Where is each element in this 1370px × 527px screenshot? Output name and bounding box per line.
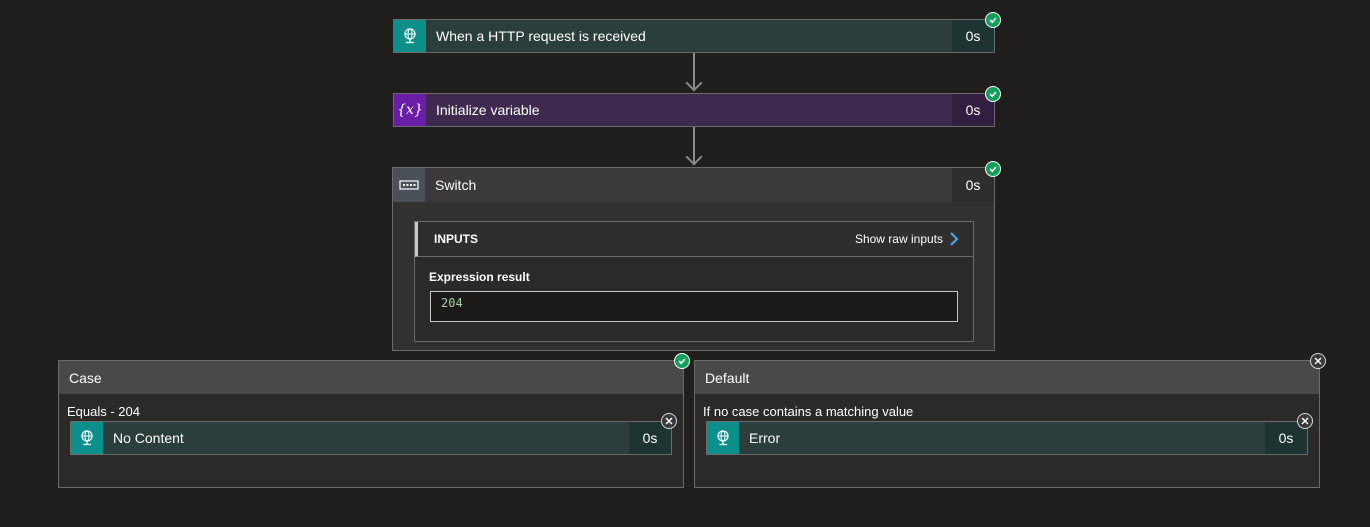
inputs-panel: INPUTS Show raw inputs Expression result… <box>414 221 974 342</box>
switch-step-header[interactable]: Switch 0s <box>393 168 994 202</box>
switch-step-title: Switch <box>425 168 952 202</box>
case-branch-title: Case <box>59 361 683 394</box>
arrow-down-icon <box>685 148 703 166</box>
expression-result-label: Expression result <box>429 270 530 284</box>
default-condition-label: If no case contains a matching value <box>703 404 914 419</box>
trigger-step-title: When a HTTP request is received <box>426 20 952 52</box>
init-variable-step-card[interactable]: {x} Initialize variable 0s <box>393 93 995 127</box>
trigger-step-card[interactable]: When a HTTP request is received 0s <box>393 19 995 53</box>
inputs-header: INPUTS Show raw inputs <box>415 222 973 257</box>
show-raw-inputs-link[interactable]: Show raw inputs <box>855 232 959 246</box>
case-success-icon <box>674 353 690 369</box>
chevron-right-icon <box>950 232 959 246</box>
switch-success-icon <box>985 161 1001 177</box>
default-branch-title: Default <box>695 361 1319 394</box>
inputs-title: INPUTS <box>434 232 479 246</box>
error-action-card[interactable]: Error 0s <box>706 421 1308 455</box>
error-skipped-icon <box>1297 413 1313 429</box>
default-branch[interactable]: Default If no case contains a matching v… <box>694 360 1320 488</box>
switch-icon <box>393 168 425 202</box>
no-content-action-title: No Content <box>103 422 629 454</box>
no-content-skipped-icon <box>661 413 677 429</box>
globe-icon <box>394 20 426 52</box>
no-content-action-card[interactable]: No Content 0s <box>70 421 672 455</box>
default-skipped-icon <box>1310 353 1326 369</box>
globe-icon <box>71 422 103 454</box>
switch-step-card[interactable]: Switch 0s INPUTS Show raw inputs Express… <box>392 167 995 351</box>
variable-icon: {x} <box>394 94 426 126</box>
case-branch[interactable]: Case Equals - 204 No Content 0s <box>58 360 684 488</box>
expression-result-value[interactable]: 204 <box>430 291 958 322</box>
trigger-success-icon <box>985 12 1001 28</box>
globe-icon <box>707 422 739 454</box>
variable-icon-glyph: {x} <box>397 102 423 118</box>
error-action-title: Error <box>739 422 1265 454</box>
show-raw-inputs-label: Show raw inputs <box>854 232 943 246</box>
init-variable-success-icon <box>985 86 1001 102</box>
init-variable-step-title: Initialize variable <box>426 94 952 126</box>
arrow-down-icon <box>685 74 703 92</box>
case-condition-label: Equals - 204 <box>67 404 140 419</box>
